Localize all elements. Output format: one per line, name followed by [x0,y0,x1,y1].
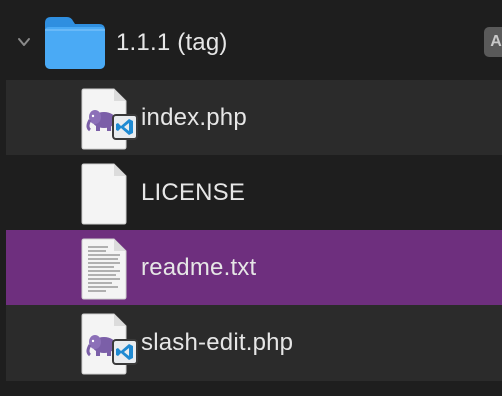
file-name: readme.txt [141,254,257,281]
file-row-readme-txt[interactable]: readme.txt [6,230,502,307]
php-file-icon [76,87,138,151]
corner-tag[interactable]: A [484,27,502,57]
file-name: slash-edit.php [141,329,294,356]
file-row-slash-edit-php[interactable]: slash-edit.php [6,305,502,381]
vscode-badge-icon [112,339,138,365]
generic-file-icon [76,162,132,226]
folder-row[interactable]: 1.1.1 (tag) A [6,5,502,80]
file-row-license[interactable]: LICENSE [6,155,502,232]
vscode-badge-icon [112,114,138,140]
file-name: LICENSE [141,179,246,206]
php-file-icon [76,312,138,376]
folder-icon [45,17,105,69]
folder-name: 1.1.1 (tag) [116,29,228,56]
chevron-down-icon[interactable] [16,34,32,50]
file-row-index-php[interactable]: index.php [6,80,502,157]
finder-file-list: 1.1.1 (tag) A index.php LICENSE readme.t… [0,0,502,396]
file-row-partial [6,381,502,396]
file-name: index.php [141,104,247,131]
text-file-icon [76,237,132,301]
